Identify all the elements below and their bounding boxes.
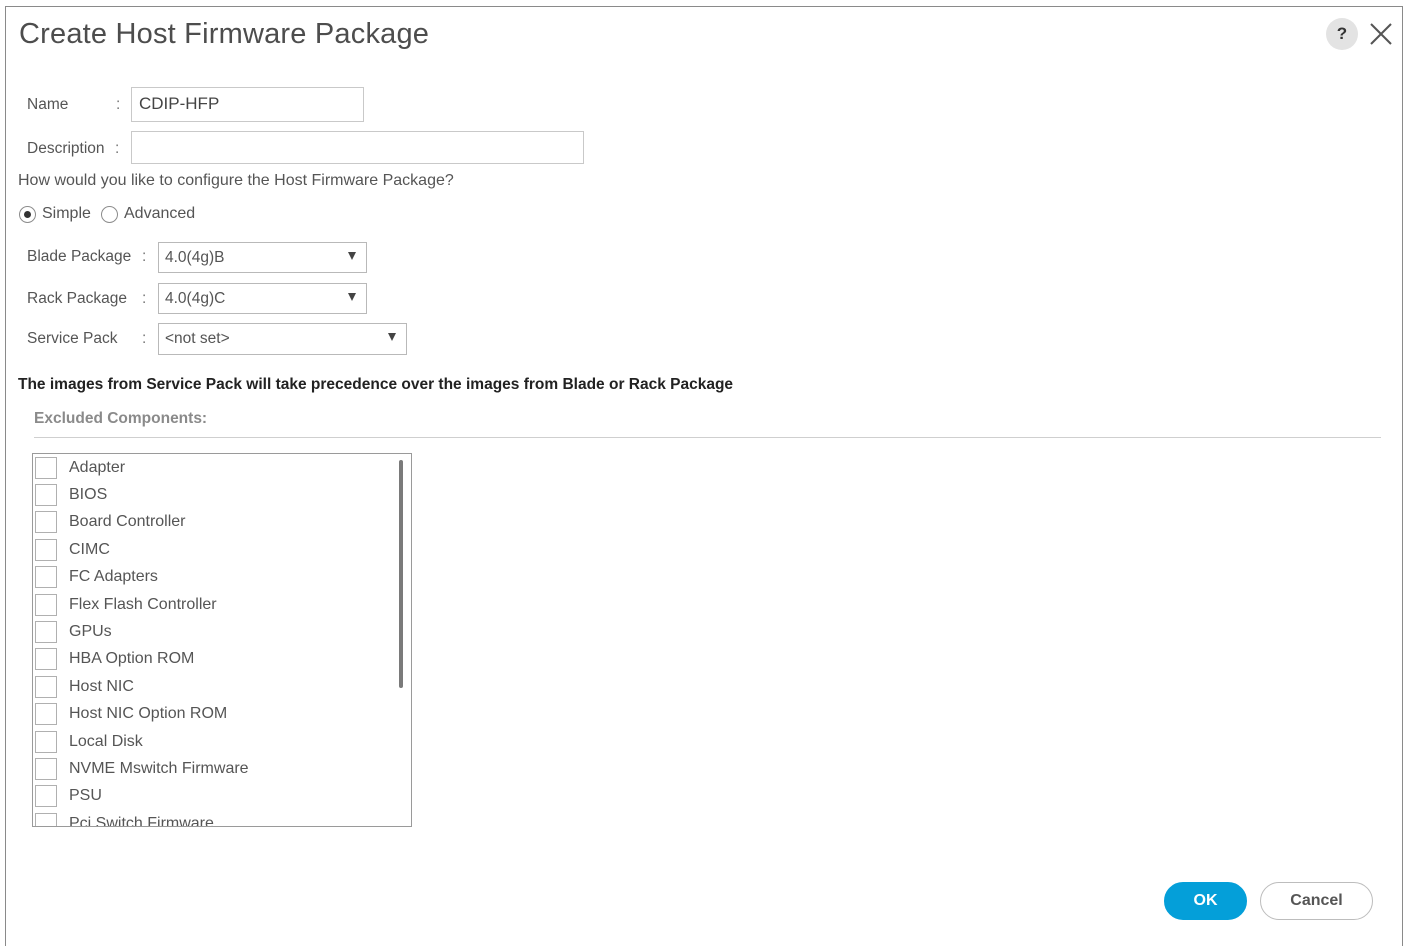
list-item-label: Adapter (69, 458, 126, 476)
checkbox[interactable] (35, 483, 57, 506)
service-pack-label: Service Pack (27, 330, 118, 347)
list-item[interactable]: Host NIC (34, 673, 134, 700)
config-question: How would you like to configure the Host… (18, 172, 454, 189)
list-item-label: Local Disk (69, 732, 143, 750)
service-pack-value: <not set> (165, 330, 230, 347)
blade-package-value: 4.0(4g)B (165, 249, 225, 266)
list-item[interactable]: Host NIC Option ROM (34, 701, 227, 728)
checkbox[interactable] (35, 566, 57, 589)
checkbox[interactable] (35, 812, 57, 826)
list-item-label: Host NIC (69, 677, 134, 695)
checkbox[interactable] (35, 511, 57, 534)
list-scrollbar[interactable] (399, 460, 403, 688)
excluded-components-list[interactable]: Adapter BIOS Board Controller CIMC FC Ad… (32, 453, 412, 827)
checkbox[interactable] (35, 730, 57, 753)
list-item-label: Board Controller (69, 513, 186, 531)
list-item[interactable]: GPUs (34, 618, 112, 645)
list-item-label: Host NIC Option ROM (69, 705, 228, 723)
checkbox[interactable] (35, 675, 57, 698)
service-pack-notice: The images from Service Pack will take p… (18, 376, 734, 393)
create-host-firmware-package-dialog: Create Host Firmware Package ? Name : CD… (5, 6, 1403, 946)
excluded-components-heading: Excluded Components: (34, 410, 208, 427)
rack-package-value: 4.0(4g)C (165, 290, 226, 307)
checkbox[interactable] (35, 703, 57, 726)
list-item[interactable]: BIOS (34, 481, 107, 508)
list-item-label: PSU (69, 787, 102, 805)
dialog-title: Create Host Firmware Package (19, 18, 430, 50)
list-item-label: GPUs (69, 622, 112, 640)
radio-simple-button[interactable] (19, 205, 36, 223)
list-item[interactable]: Flex Flash Controller (34, 591, 217, 618)
rack-package-label: Rack Package (27, 290, 127, 307)
checkbox[interactable] (35, 757, 57, 780)
section-divider (34, 437, 1381, 438)
list-item-label: FC Adapters (69, 568, 158, 586)
radio-advanced[interactable]: Advanced (101, 205, 195, 223)
list-item[interactable]: HBA Option ROM (34, 646, 194, 673)
list-item[interactable]: CIMC (34, 536, 110, 563)
list-item[interactable]: Pci Switch Firmware (34, 810, 214, 827)
list-item[interactable]: PSU (34, 783, 102, 810)
rack-package-select[interactable]: 4.0(4g)C (158, 283, 367, 314)
list-item-label: NVME Mswitch Firmware (69, 759, 249, 777)
service-pack-colon: : (142, 330, 147, 347)
ok-button[interactable]: OK (1164, 882, 1247, 920)
name-label: Name (27, 96, 69, 113)
checkbox[interactable] (35, 648, 57, 671)
close-icon[interactable] (1367, 20, 1395, 48)
list-item[interactable]: FC Adapters (34, 564, 158, 591)
name-input[interactable]: CDIP-HFP (131, 87, 364, 122)
radio-simple[interactable]: Simple (19, 205, 91, 223)
checkbox[interactable] (35, 785, 57, 808)
checkbox[interactable] (35, 538, 57, 561)
radio-advanced-button[interactable] (101, 205, 118, 223)
list-item[interactable]: Local Disk (34, 728, 143, 755)
chevron-down-icon (348, 252, 356, 260)
service-pack-select[interactable]: <not set> (158, 323, 407, 355)
list-item-label: Pci Switch Firmware (69, 814, 214, 827)
list-item-label: HBA Option ROM (69, 650, 195, 668)
radio-advanced-label: Advanced (124, 205, 196, 222)
checkbox[interactable] (35, 593, 57, 616)
chevron-down-icon (388, 333, 396, 341)
radio-simple-label: Simple (42, 205, 91, 222)
list-item-label: BIOS (69, 485, 108, 503)
blade-package-select[interactable]: 4.0(4g)B (158, 242, 367, 273)
blade-package-label: Blade Package (27, 248, 132, 265)
description-input[interactable] (131, 131, 584, 164)
rack-package-colon: : (142, 290, 147, 307)
checkbox[interactable] (35, 620, 57, 643)
description-colon: : (115, 140, 120, 157)
description-label: Description (27, 140, 105, 157)
cancel-button[interactable]: Cancel (1260, 882, 1373, 920)
list-item[interactable]: NVME Mswitch Firmware (34, 755, 249, 782)
checkbox[interactable] (35, 456, 57, 479)
list-item-label: Flex Flash Controller (69, 595, 217, 613)
list-item-label: CIMC (69, 540, 110, 558)
list-item[interactable]: Adapter (34, 454, 125, 481)
blade-package-colon: : (142, 248, 147, 265)
list-item[interactable]: Board Controller (34, 509, 186, 536)
help-icon[interactable]: ? (1326, 18, 1358, 50)
chevron-down-icon (348, 293, 356, 301)
name-colon: : (116, 96, 121, 113)
